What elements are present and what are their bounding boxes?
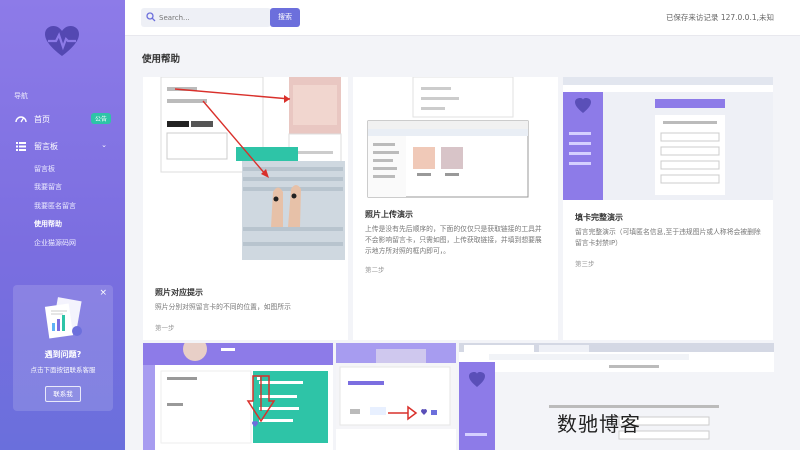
sidebar-subitem-anonymous-message[interactable]: 我要匿名留言: [34, 201, 76, 211]
card-description: 留言完整演示（可填匿名信息,至于违规图片或人称将会被删除留言卡封禁IP）: [575, 228, 761, 247]
sidebar-subitem-board[interactable]: 留言板: [34, 164, 55, 174]
close-icon[interactable]: ×: [99, 288, 107, 298]
card-description: 上传是没有先后顺序的，下面的仅仅只是获取链接的工具并不会影响留言卡，只需如图，上…: [365, 225, 542, 255]
notice-badge: 公告: [90, 113, 111, 124]
sidebar-subitem-source-site[interactable]: 企业猫源码网: [34, 238, 76, 248]
help-card-subtitle: 点击下面按钮联系客服: [30, 366, 96, 374]
sidebar-item-board[interactable]: 留言板 ⌄: [0, 137, 125, 155]
sidebar-item-label: 首页: [34, 115, 50, 124]
page-title: 使用帮助: [142, 54, 181, 65]
card-description: 照片分别对照留言卡的不同的位置，如图所示: [155, 303, 291, 311]
screenshot-image: [143, 343, 333, 450]
card-title: 照片对应提示: [155, 288, 203, 297]
card-step: 第三步: [575, 260, 595, 268]
topbar: 搜索 已保存来访记录 127.0.0.1,未知: [125, 0, 800, 36]
search-button[interactable]: 搜索: [270, 8, 300, 27]
help-card-preview-1: [143, 343, 333, 450]
card-step: 第一步: [155, 324, 175, 332]
documents-chart-illustration-icon: [44, 297, 82, 339]
card-title: 照片上传演示: [365, 210, 413, 219]
dashboard-gauge-icon: [15, 116, 27, 123]
heart-pulse-logo-icon[interactable]: [44, 25, 80, 59]
sidebar-subitem-help[interactable]: 使用帮助: [34, 219, 62, 229]
visit-status-text: 已保存来访记录 127.0.0.1,未知: [665, 13, 774, 22]
list-icon: [16, 142, 26, 151]
screenshot-image: [143, 77, 348, 260]
help-card-upload-demo: 照片上传演示 上传是没有先后顺序的，下面的仅仅只是获取链接的工具并不会影响留言卡…: [353, 77, 558, 340]
help-card-photo-mapping: 照片对应提示 照片分别对照留言卡的不同的位置，如图所示 第一步: [143, 77, 348, 340]
sidebar-item-home[interactable]: 首页 公告: [0, 110, 125, 128]
card-step: 第二步: [365, 266, 385, 274]
screenshot-image: [336, 343, 456, 450]
help-card-full-demo: 填卡完整演示 留言完整演示（可填匿名信息,至于违规图片或人称将会被删除留言卡封禁…: [563, 77, 773, 340]
search-icon: [146, 12, 156, 22]
help-card-title: 遇到问题?: [44, 350, 82, 359]
contact-button[interactable]: 联系我: [45, 386, 81, 402]
screenshot-image: [353, 77, 558, 199]
chevron-down-icon: ⌄: [101, 141, 107, 149]
help-card-preview-2: [336, 343, 456, 450]
card-title: 填卡完整演示: [575, 213, 623, 222]
screenshot-image: [563, 77, 773, 200]
watermark-text: 数驰博客: [557, 412, 641, 436]
search-input[interactable]: [159, 10, 259, 25]
nav-header: 导航: [14, 92, 28, 100]
help-card: × 遇到问题? 点击下面按钮联系客服 联系我: [13, 285, 113, 411]
sidebar-item-label: 留言板: [34, 142, 58, 151]
sidebar-subitem-leave-message[interactable]: 我要留言: [34, 182, 62, 192]
search-box[interactable]: [141, 8, 271, 27]
sidebar: 导航 首页 公告 留言板 ⌄ 留言板 我要留言 我要匿名留言 使用帮助 企业猫源…: [0, 0, 125, 450]
